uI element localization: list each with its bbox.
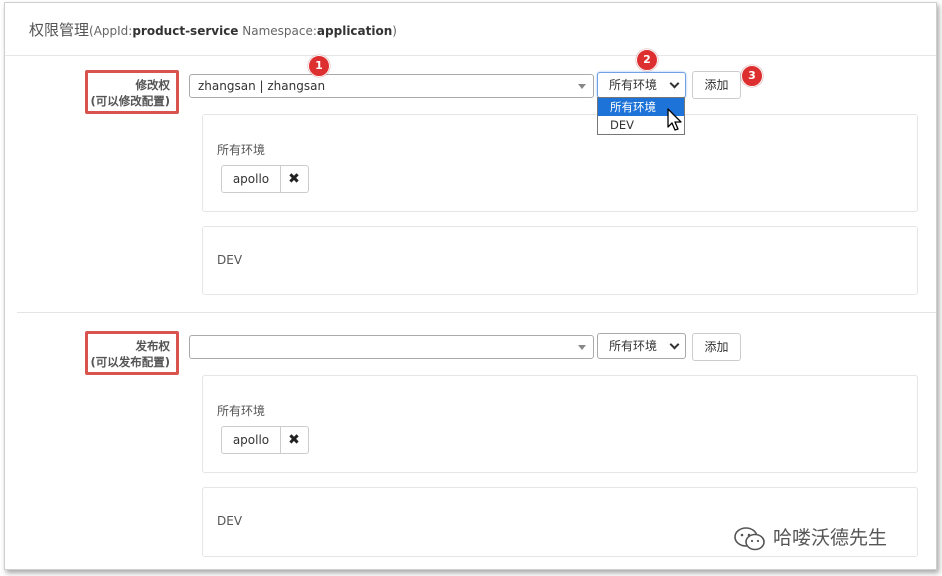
modify-label-title: 修改权 [135, 78, 171, 92]
chevron-down-icon [669, 78, 680, 89]
watermark-text: 哈喽沃德先生 [773, 527, 888, 549]
section-divider [17, 312, 936, 313]
panel-title: DEV [217, 514, 243, 528]
step-badge-1: 1 [308, 55, 330, 77]
user-tag: apollo ✖ [221, 165, 309, 193]
wechat-icon [734, 526, 765, 550]
release-label-title: 发布权 [135, 339, 171, 353]
appid-prefix: (AppId: [89, 24, 133, 38]
release-add-button[interactable]: 添加 [692, 333, 741, 361]
modify-env-select[interactable]: 所有环境 [597, 72, 686, 98]
modify-env-value: 所有环境 [609, 78, 658, 92]
release-env-value: 所有环境 [609, 339, 658, 353]
panel-title: 所有环境 [217, 143, 266, 157]
page-header: 权限管理(AppId:product-service Namespace:app… [5, 3, 936, 56]
panel-title: DEV [217, 253, 243, 267]
step-badge-2: 2 [636, 49, 658, 71]
panel-title: 所有环境 [217, 404, 266, 418]
user-tag-name: apollo [222, 166, 281, 192]
remove-icon[interactable]: ✖ [280, 427, 308, 453]
modify-label-desc: (可以修改配置) [90, 94, 170, 108]
release-permission-label: 发布权 (可以发布配置) [85, 331, 179, 375]
namespace-value: application [316, 24, 393, 38]
modify-user-value: zhangsan | zhangsan [198, 79, 326, 93]
modify-user-select[interactable]: zhangsan | zhangsan [189, 74, 594, 98]
release-label-desc: (可以发布配置) [90, 355, 170, 369]
modify-panel-all-env: 所有环境 apollo ✖ [202, 114, 918, 212]
release-panel-all-env: 所有环境 apollo ✖ [202, 375, 918, 473]
user-tag: apollo ✖ [221, 426, 309, 454]
dropdown-arrow-icon [578, 345, 586, 350]
dropdown-arrow-icon [578, 84, 586, 89]
step-badge-3: 3 [741, 65, 763, 87]
modify-permission-label: 修改权 (可以修改配置) [85, 70, 179, 114]
meta-suffix: ) [392, 24, 397, 38]
page-title: 权限管理(AppId:product-service Namespace:app… [29, 19, 397, 40]
appid-value: product-service [132, 24, 239, 38]
chevron-down-icon [669, 339, 680, 350]
release-env-select[interactable]: 所有环境 [597, 333, 686, 359]
app-window: 权限管理(AppId:product-service Namespace:app… [4, 2, 937, 570]
title-text: 权限管理 [29, 21, 90, 39]
remove-icon[interactable]: ✖ [280, 166, 308, 192]
title-meta: (AppId:product-service Namespace:applica… [89, 24, 397, 38]
modify-add-button[interactable]: 添加 [692, 71, 741, 99]
user-tag-name: apollo [222, 427, 281, 453]
namespace-prefix: Namespace: [238, 24, 317, 38]
release-user-select[interactable] [189, 335, 594, 359]
mouse-cursor-icon [667, 108, 682, 131]
modify-panel-dev: DEV [202, 226, 918, 295]
watermark: 哈喽沃德先生 [733, 523, 887, 552]
